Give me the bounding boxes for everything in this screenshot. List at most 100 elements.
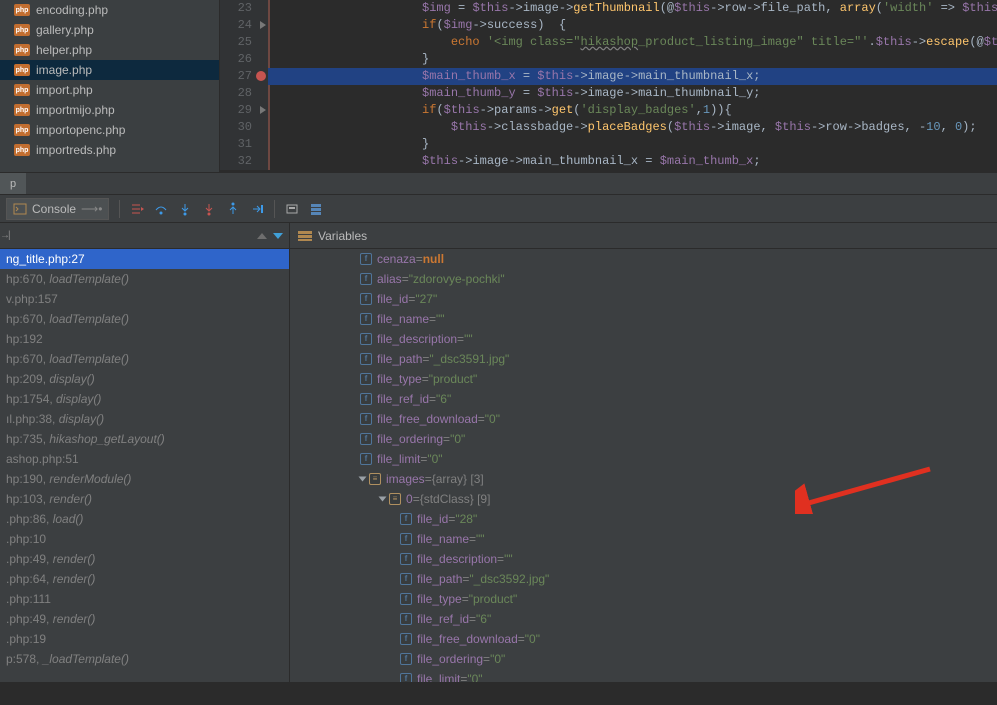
file-item[interactable]: phpimportmijo.php <box>0 100 219 120</box>
variable-row[interactable]: fcenaza = null <box>290 249 997 269</box>
step-over-icon[interactable] <box>154 202 168 216</box>
variable-row[interactable]: ffile_ordering = "0" <box>290 429 997 449</box>
variable-row[interactable]: ffile_limit = "0" <box>290 449 997 469</box>
variable-row[interactable]: ffile_path = "_dsc3592.jpg" <box>290 569 997 589</box>
pin-icon: ⟶• <box>81 202 102 216</box>
stack-frame[interactable]: .php:111 <box>0 589 289 609</box>
variable-value: "" <box>504 549 513 569</box>
stack-frame[interactable]: .php:86, load() <box>0 509 289 529</box>
code-line[interactable]: $main_thumb_y = $this->image->main_thumb… <box>268 85 997 102</box>
file-item[interactable]: phpimportreds.php <box>0 140 219 160</box>
variable-row[interactable]: ffile_ref_id = "6" <box>290 389 997 409</box>
variable-row[interactable]: ffile_name = "" <box>290 529 997 549</box>
stack-frame[interactable]: .php:10 <box>0 529 289 549</box>
variable-value: "0" <box>427 449 442 469</box>
step-out-icon[interactable] <box>226 202 240 216</box>
variable-row[interactable]: ≡0 = {stdClass} [9] <box>290 489 997 509</box>
frame-location: hp:670, <box>6 352 49 366</box>
stack-frame[interactable]: .php:19 <box>0 629 289 649</box>
variables-tree[interactable]: fcenaza = nullfalias = "zdorovye-pochki"… <box>290 249 997 682</box>
code-line[interactable]: $this->classbadge->placeBadges($this->im… <box>268 119 997 136</box>
code-line[interactable]: if($this->params->get('display_badges',1… <box>268 102 997 119</box>
step-into-icon[interactable] <box>178 202 192 216</box>
variable-row[interactable]: ffile_free_download = "0" <box>290 629 997 649</box>
variable-row[interactable]: ≡images = {array} [3] <box>290 469 997 489</box>
expand-toggle-icon[interactable] <box>359 477 367 482</box>
variable-row[interactable]: ffile_type = "product" <box>290 369 997 389</box>
frame-next-icon[interactable] <box>273 233 283 239</box>
variable-row[interactable]: ffile_id = "28" <box>290 509 997 529</box>
stack-frame[interactable]: hp:190, renderModule() <box>0 469 289 489</box>
stack-frame[interactable]: .php:64, render() <box>0 569 289 589</box>
variable-value: "0" <box>467 669 482 682</box>
stack-frame[interactable]: hp:1754, display() <box>0 389 289 409</box>
file-item[interactable]: phpimportopenc.php <box>0 120 219 140</box>
stack-icon[interactable] <box>309 202 323 216</box>
variable-value: "28" <box>455 509 477 529</box>
field-icon: f <box>400 673 412 682</box>
stack-frame[interactable]: hp:103, render() <box>0 489 289 509</box>
file-item[interactable]: phphelper.php <box>0 40 219 60</box>
fold-icon[interactable] <box>260 106 266 114</box>
variable-row[interactable]: ffile_free_download = "0" <box>290 409 997 429</box>
variable-row[interactable]: ffile_ordering = "0" <box>290 649 997 669</box>
stack-frame[interactable]: hp:735, hikashop_getLayout() <box>0 429 289 449</box>
stack-frame[interactable]: hp:670, loadTemplate() <box>0 349 289 369</box>
variable-row[interactable]: ffile_id = "27" <box>290 289 997 309</box>
variable-name: file_limit <box>417 669 460 682</box>
stack-frame[interactable]: ng_title.php:27 <box>0 249 289 269</box>
stack-frame[interactable]: hp:192 <box>0 329 289 349</box>
evaluate-icon[interactable] <box>285 202 299 216</box>
separator <box>274 200 275 218</box>
stack-frame[interactable]: hp:670, loadTemplate() <box>0 269 289 289</box>
console-button[interactable]: Console ⟶• <box>6 198 109 220</box>
force-step-into-icon[interactable] <box>202 202 216 216</box>
stack-frame[interactable]: ashop.php:51 <box>0 449 289 469</box>
frames-list[interactable]: ng_title.php:27hp:670, loadTemplate()v.p… <box>0 249 289 682</box>
file-item[interactable]: phpimport.php <box>0 80 219 100</box>
variable-row[interactable]: ffile_type = "product" <box>290 589 997 609</box>
code-line[interactable]: if($img->success) { <box>268 17 997 34</box>
variable-row[interactable]: falias = "zdorovye-pochki" <box>290 269 997 289</box>
variable-row[interactable]: ffile_name = "" <box>290 309 997 329</box>
stack-frame[interactable]: .php:49, render() <box>0 549 289 569</box>
code-line[interactable]: $this->image->main_thumbnail_x = $main_t… <box>268 153 997 170</box>
frame-location: hp:735, <box>6 432 49 446</box>
stack-frame[interactable]: .php:49, render() <box>0 609 289 629</box>
variables-panel: Variables fcenaza = nullfalias = "zdorov… <box>290 223 997 682</box>
variable-row[interactable]: ffile_ref_id = "6" <box>290 609 997 629</box>
stack-frame[interactable]: ıl.php:38, display() <box>0 409 289 429</box>
variable-row[interactable]: ffile_description = "" <box>290 329 997 349</box>
stack-frame[interactable]: hp:209, display() <box>0 369 289 389</box>
file-item[interactable]: phpimage.php <box>0 60 219 80</box>
code-line[interactable]: } <box>268 51 997 68</box>
code-line[interactable]: $img = $this->image->getThumbnail(@$this… <box>268 0 997 17</box>
stack-frame[interactable]: hp:670, loadTemplate() <box>0 309 289 329</box>
debug-toolbar: Console ⟶• <box>0 195 997 223</box>
code-editor[interactable]: 23242526272829303132 $img = $this->image… <box>220 0 997 172</box>
variable-name: images <box>386 469 425 489</box>
php-file-icon: php <box>14 24 30 36</box>
variable-row[interactable]: ffile_description = "" <box>290 549 997 569</box>
stack-frame[interactable]: p:578, _loadTemplate() <box>0 649 289 669</box>
variable-name: file_ref_id <box>417 609 469 629</box>
code-line[interactable]: } <box>268 136 997 153</box>
show-exec-icon[interactable] <box>130 202 144 216</box>
file-label: importopenc.php <box>36 123 125 137</box>
run-to-cursor-icon[interactable] <box>250 202 264 216</box>
file-item[interactable]: phpencoding.php <box>0 0 219 20</box>
editor-tab[interactable]: p <box>0 173 26 194</box>
frame-prev-icon[interactable] <box>257 233 267 239</box>
variables-header: Variables <box>290 223 997 249</box>
breakpoint-icon[interactable] <box>256 71 266 81</box>
code-line[interactable]: $main_thumb_x = $this->image->main_thumb… <box>268 68 997 85</box>
fold-icon[interactable] <box>260 21 266 29</box>
variable-name: file_ref_id <box>377 389 429 409</box>
code-line[interactable]: echo '<img class="hikashop_product_listi… <box>268 34 997 51</box>
variable-row[interactable]: ffile_path = "_dsc3591.jpg" <box>290 349 997 369</box>
frames-collapse-icon[interactable]: →| <box>0 230 9 241</box>
expand-toggle-icon[interactable] <box>379 497 387 502</box>
variable-row[interactable]: ffile_limit = "0" <box>290 669 997 682</box>
file-item[interactable]: phpgallery.php <box>0 20 219 40</box>
stack-frame[interactable]: v.php:157 <box>0 289 289 309</box>
